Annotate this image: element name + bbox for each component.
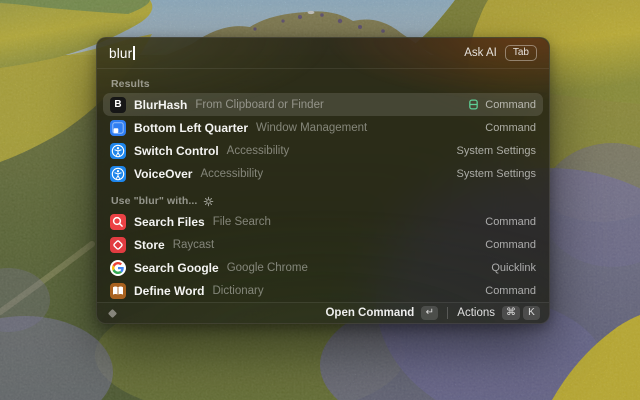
section-header: Use "blur" with... (103, 185, 543, 210)
result-row[interactable]: Store Raycast Command (103, 233, 543, 256)
result-subtitle: File Search (213, 216, 271, 228)
open-command-button[interactable]: Open Command (325, 307, 414, 319)
section-label: Results (111, 78, 150, 90)
accessory-label: Command (485, 216, 536, 228)
results-list: Results B BlurHash From Clipboard or Fin… (97, 69, 549, 302)
accessory-label: Command (485, 99, 536, 111)
result-title: Bottom Left Quarter (134, 121, 248, 135)
actions-key-badges: ⌘K (502, 306, 540, 320)
result-row[interactable]: Search Files File Search Command (103, 210, 543, 233)
result-subtitle: From Clipboard or Finder (195, 99, 323, 111)
result-subtitle: Dictionary (212, 285, 263, 297)
key-badge: K (523, 306, 540, 320)
blurhash-icon: B (110, 97, 126, 113)
result-row[interactable]: B BlurHash From Clipboard or Finder Comm… (103, 93, 543, 116)
result-subtitle: Window Management (256, 122, 367, 134)
accessory-label: System Settings (457, 168, 536, 180)
launcher-panel: blur Ask AI Tab Results B BlurHash From … (96, 37, 550, 324)
result-row[interactable]: Search Google Google Chrome Quicklink (103, 256, 543, 279)
search-bar: blur Ask AI Tab (97, 38, 549, 68)
result-row[interactable]: Define Word Dictionary Command (103, 279, 543, 302)
footer-divider (447, 307, 448, 319)
result-title: Define Word (134, 284, 204, 298)
result-accessory: Command (468, 99, 536, 111)
result-title: Search Files (134, 215, 205, 229)
result-accessory: Quicklink (491, 262, 536, 274)
accessory-label: Command (485, 239, 536, 251)
result-accessory: Command (485, 122, 536, 134)
result-title: Search Google (134, 261, 219, 275)
google-icon (110, 260, 126, 276)
result-row[interactable]: Bottom Left Quarter Window Management Co… (103, 116, 543, 139)
search-input[interactable]: blur (109, 46, 135, 61)
accessory-label: Command (485, 122, 536, 134)
accessory-label: System Settings (457, 145, 536, 157)
result-accessory: System Settings (457, 168, 536, 180)
raycast-logo-icon (106, 307, 119, 320)
tab-key-badge[interactable]: Tab (505, 45, 537, 61)
accessory-label: Command (485, 285, 536, 297)
window-bottom-left-icon (110, 120, 126, 136)
result-row[interactable]: Switch Control Accessibility System Sett… (103, 139, 543, 162)
menubar-green-icon (468, 99, 479, 110)
result-subtitle: Raycast (173, 239, 215, 251)
result-accessory: Command (485, 239, 536, 251)
text-caret (133, 46, 135, 60)
result-title: BlurHash (134, 98, 187, 112)
accessory-label: Quicklink (491, 262, 536, 274)
file-search-icon (110, 214, 126, 230)
result-row[interactable]: VoiceOver Accessibility System Settings (103, 162, 543, 185)
section-header: Results (103, 71, 543, 93)
result-accessory: Command (485, 285, 536, 297)
raycast-icon (110, 237, 126, 253)
actions-button[interactable]: Actions (457, 307, 495, 319)
accessibility-icon (110, 143, 126, 159)
dictionary-icon (110, 283, 126, 299)
key-badge: ⌘ (502, 306, 520, 320)
gear-icon[interactable] (203, 196, 214, 207)
return-key-badge: ↵ (421, 306, 438, 320)
result-subtitle: Accessibility (227, 145, 290, 157)
result-title: Switch Control (134, 144, 219, 158)
result-subtitle: Google Chrome (227, 262, 308, 274)
section-label: Use "blur" with... (111, 195, 197, 207)
ask-ai-label[interactable]: Ask AI (464, 47, 497, 59)
search-query: blur (109, 46, 132, 61)
result-title: Store (134, 238, 165, 252)
footer: Open Command ↵ Actions ⌘K (97, 302, 549, 323)
result-accessory: System Settings (457, 145, 536, 157)
result-title: VoiceOver (134, 167, 192, 181)
accessibility-icon (110, 166, 126, 182)
result-subtitle: Accessibility (200, 168, 263, 180)
result-accessory: Command (485, 216, 536, 228)
